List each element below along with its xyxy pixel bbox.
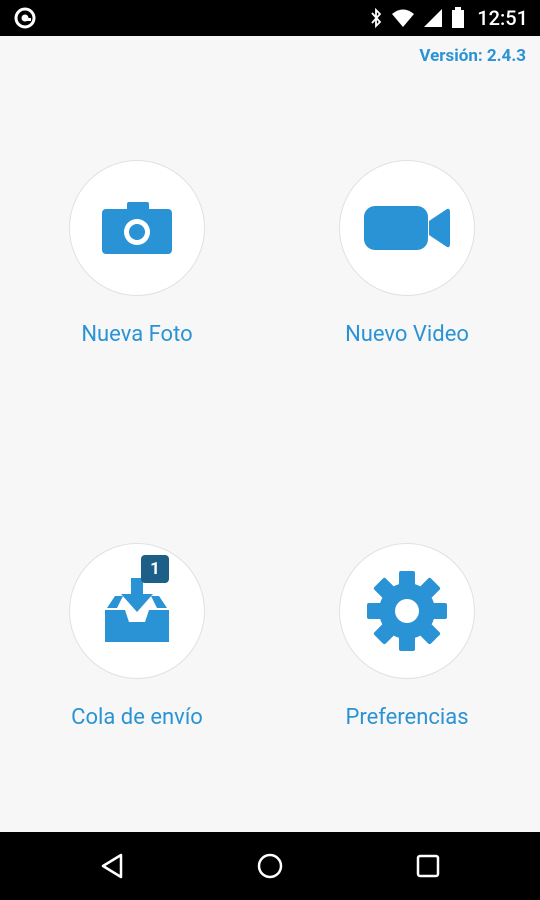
preferences-label: Preferencias xyxy=(345,705,469,730)
preferences-button[interactable] xyxy=(339,543,475,679)
queue-count-badge: 1 xyxy=(141,555,169,583)
video-camera-icon xyxy=(364,206,450,250)
back-icon xyxy=(101,853,123,879)
new-video-button[interactable] xyxy=(339,160,475,296)
bluetooth-icon xyxy=(371,8,382,28)
status-bar: 12:51 xyxy=(0,0,540,36)
upload-queue-tile[interactable]: 1 Cola de envío xyxy=(37,543,237,773)
upload-queue-button[interactable] xyxy=(69,543,205,679)
battery-icon xyxy=(452,7,465,28)
new-photo-tile[interactable]: Nueva Foto xyxy=(37,160,237,390)
wifi-icon xyxy=(392,9,415,27)
navigation-bar xyxy=(0,832,540,900)
inbox-download-icon xyxy=(105,578,169,642)
recents-button[interactable] xyxy=(408,846,448,886)
version-label: Versión: 2.4.3 xyxy=(419,46,526,66)
signal-icon xyxy=(424,9,443,27)
new-photo-label: Nueva Foto xyxy=(81,322,193,347)
recents-icon xyxy=(416,854,440,878)
back-button[interactable] xyxy=(92,846,132,886)
status-icons: 12:51 xyxy=(369,0,528,36)
preferences-tile[interactable]: Preferencias xyxy=(307,543,507,773)
home-button[interactable] xyxy=(250,846,290,886)
new-photo-button[interactable] xyxy=(69,160,205,296)
camera-icon xyxy=(102,202,172,254)
new-video-tile[interactable]: Nuevo Video xyxy=(307,160,507,390)
upload-queue-label: Cola de envío xyxy=(71,705,203,730)
status-time: 12:51 xyxy=(477,6,528,30)
gear-icon xyxy=(367,571,447,651)
app-logo-icon xyxy=(14,7,36,29)
new-video-label: Nuevo Video xyxy=(345,322,469,347)
home-icon xyxy=(257,853,283,879)
